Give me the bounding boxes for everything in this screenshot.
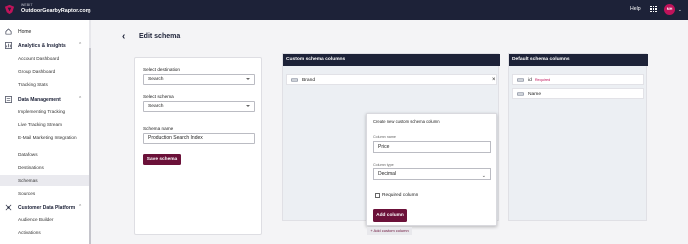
sidebar-section-cdp[interactable]: Customer Data Platform — [18, 205, 75, 211]
destination-select-value: Search — [148, 77, 164, 82]
column-type-value: Decimal — [378, 171, 397, 177]
schema-name-label: Schema name — [143, 126, 174, 131]
default-field-name: Name — [528, 91, 542, 97]
avatar[interactable]: MH — [664, 4, 675, 15]
required-label: Required column — [382, 193, 419, 198]
custom-field-row[interactable]: Brand × — [286, 74, 497, 85]
column-type-select[interactable]: Decimal ⌄ — [373, 168, 491, 180]
sidebar-item-activations[interactable]: Activations — [18, 230, 41, 235]
help-link[interactable]: Help — [630, 6, 641, 12]
back-arrow-icon[interactable]: ‹ — [122, 31, 125, 42]
close-icon[interactable]: × — [492, 77, 496, 83]
chevron-up-icon[interactable]: ⌃ — [78, 96, 82, 102]
chevron-down-icon[interactable]: ⌄ — [678, 7, 682, 13]
sidebar-item-account-dashboard[interactable]: Account Dashboard — [18, 56, 59, 61]
sidebar-section-analytics[interactable]: Analytics & Insights — [18, 43, 66, 49]
sidebar-item-datafows[interactable]: Datafows — [18, 152, 38, 157]
caret-down-icon — [246, 78, 250, 80]
page-title: Edit schema — [139, 33, 181, 40]
default-columns-header: Default schema columns — [509, 54, 648, 66]
schema-form-card: Select destination Search Select schema … — [134, 57, 262, 235]
sidebar-item-destinations[interactable]: Destinations — [18, 165, 44, 170]
sidebar-item-schemas[interactable]: Schemas — [18, 178, 38, 183]
org-selector[interactable]: OutdoorGearbyRaptor.com — [21, 8, 91, 14]
schema-select[interactable]: Search — [143, 101, 255, 112]
default-field-id: id — [528, 77, 532, 83]
sidebar-item-audience-builder[interactable]: Audience Builder — [18, 217, 53, 222]
field-type-icon — [517, 92, 524, 96]
sidebar-item-home[interactable]: Home — [18, 29, 31, 35]
sidebar-item-implementing-tracking[interactable]: Implementing Tracking — [18, 109, 65, 114]
schema-name-input[interactable]: Production Search Index — [143, 133, 255, 144]
caret-down-icon — [246, 105, 250, 107]
column-name-label: Column name — [373, 135, 396, 139]
sidebar-section-data-management[interactable]: Data Management — [18, 97, 61, 103]
add-custom-column-link[interactable]: + Add custom column — [367, 227, 412, 235]
destination-label: Select destination — [143, 67, 181, 72]
sidebar-item-tracking-stats[interactable]: Tracking Stats — [18, 82, 48, 87]
sidebar-item-live-tracking-stream[interactable]: Live Tracking Stream — [18, 122, 62, 127]
sidebar-item-email-marketing[interactable]: E-Mail Marketing Integration — [18, 135, 77, 140]
network-icon — [5, 204, 12, 211]
schema-select-value: Search — [148, 104, 164, 109]
column-type-label: Column type — [373, 163, 394, 167]
database-icon — [5, 96, 12, 103]
sidebar: Home Analytics & Insights ⌃ Account Dash… — [0, 20, 91, 244]
chevron-up-icon[interactable]: ⌃ — [78, 42, 82, 48]
sidebar-scrollbar-thumb[interactable] — [89, 48, 91, 244]
raptor-logo-icon[interactable] — [4, 4, 15, 15]
chevron-up-icon[interactable]: ⌃ — [78, 204, 82, 210]
popup-title: Create new custom schema column — [373, 119, 440, 124]
chart-icon — [5, 42, 12, 49]
field-type-icon — [517, 78, 524, 82]
default-field-row: Name — [512, 88, 644, 99]
schema-label: Select schema — [143, 94, 174, 99]
create-column-popup: Create new custom schema column Column n… — [366, 113, 497, 226]
org-label: WEBIT — [21, 3, 33, 7]
required-badge: Required — [534, 77, 551, 82]
chevron-down-icon[interactable]: ⌄ — [87, 9, 91, 15]
home-icon — [5, 28, 12, 35]
add-column-button[interactable]: Add column — [373, 209, 407, 222]
custom-columns-header: Custom schema columns — [283, 54, 500, 66]
save-schema-button[interactable]: Save schema — [143, 154, 181, 165]
top-bar: WEBIT OutdoorGearbyRaptor.com ⌄ Help MH … — [0, 0, 688, 20]
destination-select[interactable]: Search — [143, 74, 255, 85]
default-field-name: id Required — [528, 78, 550, 83]
default-field-row: id Required — [512, 74, 644, 85]
apps-grid-icon[interactable] — [650, 5, 657, 13]
default-columns-panel: Default schema columns id Required Name — [508, 53, 648, 221]
field-type-icon — [291, 78, 298, 82]
sidebar-item-sources[interactable]: Sources — [18, 191, 35, 196]
custom-field-name: Brand — [302, 77, 316, 83]
sidebar-item-group-dashboard[interactable]: Group Dashboard — [18, 69, 55, 74]
active-item-highlight — [0, 175, 91, 186]
chevron-down-icon: ⌄ — [481, 173, 486, 179]
required-checkbox[interactable] — [375, 193, 380, 198]
column-name-input[interactable]: Price — [373, 141, 491, 153]
